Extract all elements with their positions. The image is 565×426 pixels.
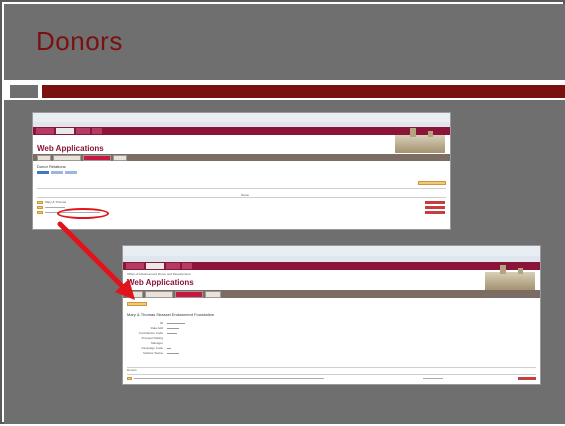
slide: Donors Web Applications Donor Relations …: [0, 0, 565, 424]
red-arrow-icon: [57, 221, 135, 300]
